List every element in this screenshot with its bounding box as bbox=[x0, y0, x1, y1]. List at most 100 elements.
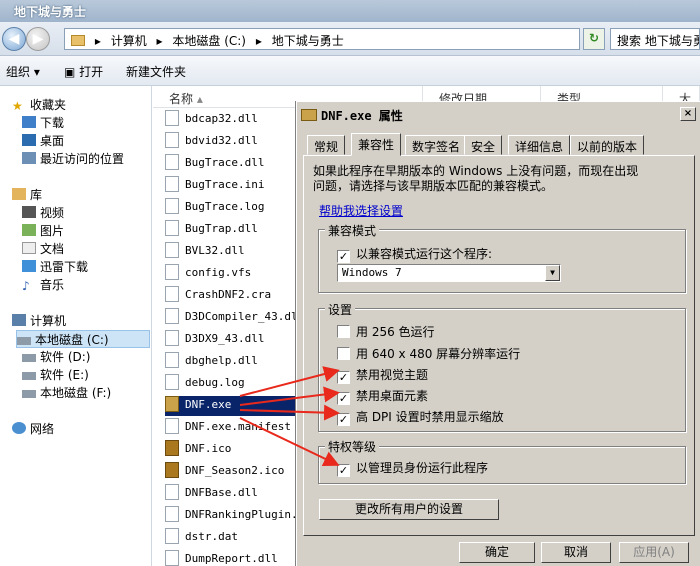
file-row[interactable]: BugTrap.dll bbox=[165, 220, 258, 240]
file-icon bbox=[165, 374, 179, 390]
app-icon bbox=[301, 109, 317, 121]
setting-256-colors[interactable]: 用 256 色运行 bbox=[337, 323, 435, 339]
close-button[interactable]: × bbox=[680, 107, 696, 121]
computer-icon bbox=[12, 314, 26, 326]
new-folder-button[interactable]: 新建文件夹 bbox=[126, 63, 186, 80]
file-row[interactable]: BugTrace.dll bbox=[165, 154, 264, 174]
file-row[interactable]: DumpReport.dll bbox=[165, 550, 278, 566]
file-icon bbox=[165, 528, 179, 544]
checkmark-icon: ✓ bbox=[337, 371, 350, 384]
nav-drive-e[interactable]: 软件 (E:) bbox=[22, 366, 89, 384]
file-name: dbghelp.dll bbox=[185, 354, 258, 367]
tab-digital-signatures[interactable]: 数字签名 bbox=[405, 135, 468, 155]
search-input[interactable]: 搜索 地下城与勇士 bbox=[610, 28, 700, 50]
file-row[interactable]: debug.log bbox=[165, 374, 245, 394]
organize-button[interactable]: 组织 ▾ bbox=[6, 63, 40, 80]
compat-mode-checkbox[interactable]: ✓ 以兼容模式运行这个程序: bbox=[337, 245, 493, 263]
tab-details[interactable]: 详细信息 bbox=[508, 135, 571, 155]
nav-thunder[interactable]: 迅雷下载 bbox=[22, 258, 88, 276]
help-link[interactable]: 帮助我选择设置 bbox=[319, 202, 403, 219]
back-button[interactable]: ◀ bbox=[2, 27, 26, 51]
file-name: DNF_Season2.ico bbox=[185, 464, 285, 477]
file-icon bbox=[165, 220, 179, 236]
tab-security[interactable]: 安全 bbox=[464, 135, 503, 155]
tab-general[interactable]: 常规 bbox=[307, 135, 346, 155]
nav-drive-f[interactable]: 本地磁盘 (F:) bbox=[22, 384, 111, 402]
file-name: DNF.exe bbox=[185, 398, 232, 411]
change-all-users-button[interactable]: 更改所有用户的设置 bbox=[319, 499, 499, 520]
file-row[interactable]: BugTrace.log bbox=[165, 198, 264, 218]
file-row[interactable]: CrashDNF2.cra bbox=[165, 286, 271, 306]
file-row[interactable]: config.vfs bbox=[165, 264, 251, 284]
column-label: 名称 bbox=[169, 92, 194, 106]
file-row[interactable]: dbghelp.dll bbox=[165, 352, 258, 372]
file-icon bbox=[165, 418, 179, 434]
setting-disable-visual-themes[interactable]: ✓ 禁用视觉主题 bbox=[337, 366, 428, 384]
nav-desktop[interactable]: 桌面 bbox=[22, 132, 64, 150]
nav-drive-c[interactable]: 本地磁盘 (C:) bbox=[16, 330, 150, 348]
breadcrumb-sep-icon: ▸ bbox=[94, 34, 101, 48]
file-icon bbox=[165, 506, 179, 522]
setting-disable-desktop-composition[interactable]: ✓ 禁用桌面元素 bbox=[337, 387, 428, 405]
file-name: DNFBase.dll bbox=[185, 486, 258, 499]
video-icon bbox=[22, 206, 36, 218]
nav-downloads[interactable]: 下载 bbox=[22, 114, 64, 132]
nav-label: 迅雷下载 bbox=[40, 260, 89, 274]
refresh-icon[interactable]: ↻ bbox=[583, 28, 605, 50]
address-bar[interactable]: ▸ 计算机 ▸ 本地磁盘 (C:) ▸ 地下城与勇士 bbox=[64, 28, 580, 50]
file-row[interactable]: bdcap32.dll bbox=[165, 110, 258, 130]
file-name: debug.log bbox=[185, 376, 245, 389]
file-row[interactable]: BVL32.dll bbox=[165, 242, 245, 262]
file-row[interactable]: DNFRankingPlugin.d bbox=[165, 506, 304, 526]
nav-label: 下载 bbox=[40, 116, 65, 130]
file-icon bbox=[165, 198, 179, 214]
file-row[interactable]: DNF.ico bbox=[165, 440, 231, 460]
nav-network[interactable]: 网络 bbox=[12, 420, 54, 438]
setting-640x480[interactable]: 用 640 x 480 屏幕分辨率运行 bbox=[337, 345, 520, 361]
apply-button[interactable]: 应用(A) bbox=[619, 542, 689, 563]
checkbox-label: 以管理员身份运行此程序 bbox=[356, 461, 489, 475]
chevron-down-icon: ▾ bbox=[33, 65, 40, 79]
file-row[interactable]: dstr.dat bbox=[165, 528, 238, 548]
checkbox-label: 以兼容模式运行这个程序: bbox=[356, 247, 493, 261]
tab-previous-versions[interactable]: 以前的版本 bbox=[570, 135, 645, 155]
forward-button[interactable]: ▶ bbox=[26, 27, 50, 51]
nav-music[interactable]: ♪ 音乐 bbox=[22, 276, 64, 294]
run-as-admin-checkbox[interactable]: ✓ 以管理员身份运行此程序 bbox=[337, 459, 489, 477]
breadcrumb-sep-icon: ▸ bbox=[156, 34, 163, 48]
nav-computer[interactable]: 计算机 bbox=[12, 312, 66, 330]
file-row-selected[interactable]: DNF.exe bbox=[165, 396, 295, 416]
file-row[interactable]: D3DCompiler_43.dll bbox=[165, 308, 304, 328]
nav-recent[interactable]: 最近访问的位置 bbox=[22, 150, 124, 168]
file-row[interactable]: D3DX9_43.dll bbox=[165, 330, 264, 350]
library-icon bbox=[12, 188, 26, 200]
open-button[interactable]: ▣ 打开 bbox=[64, 63, 103, 80]
nav-favorites[interactable]: ★ 收藏夹 bbox=[12, 96, 66, 114]
nav-libraries[interactable]: 库 bbox=[12, 186, 42, 204]
file-row[interactable]: bdvid32.dll bbox=[165, 132, 258, 152]
os-select[interactable]: Windows 7 ▼ bbox=[337, 264, 561, 282]
chevron-down-icon[interactable]: ▼ bbox=[545, 265, 560, 281]
breadcrumb-item[interactable]: 计算机 bbox=[111, 34, 147, 48]
breadcrumb-item[interactable]: 本地磁盘 (C:) bbox=[172, 34, 246, 48]
ok-button[interactable]: 确定 bbox=[459, 542, 535, 563]
nav-documents[interactable]: 文档 bbox=[22, 240, 64, 258]
file-row[interactable]: BugTrace.ini bbox=[165, 176, 264, 196]
file-name: DNFRankingPlugin.d bbox=[185, 508, 305, 521]
nav-drive-d[interactable]: 软件 (D:) bbox=[22, 348, 90, 366]
file-row[interactable]: DNF.exe.manifest bbox=[165, 418, 291, 438]
cancel-button[interactable]: 取消 bbox=[541, 542, 611, 563]
organize-label: 组织 bbox=[6, 65, 31, 79]
file-row[interactable]: DNFBase.dll bbox=[165, 484, 258, 504]
tab-compatibility[interactable]: 兼容性 bbox=[351, 133, 402, 156]
file-name: DNF.exe.manifest bbox=[185, 420, 291, 433]
folder-icon bbox=[71, 35, 85, 46]
select-value: Windows 7 bbox=[342, 266, 402, 279]
nav-pictures[interactable]: 图片 bbox=[22, 222, 64, 240]
nav-label: 软件 (E:) bbox=[40, 368, 89, 382]
file-row[interactable]: DNF_Season2.ico bbox=[165, 462, 284, 482]
nav-videos[interactable]: 视频 bbox=[22, 204, 64, 222]
breadcrumb-item[interactable]: 地下城与勇士 bbox=[272, 34, 344, 48]
setting-disable-dpi-scaling[interactable]: ✓ 高 DPI 设置时禁用显示缩放 bbox=[337, 408, 504, 426]
file-icon bbox=[165, 352, 179, 368]
